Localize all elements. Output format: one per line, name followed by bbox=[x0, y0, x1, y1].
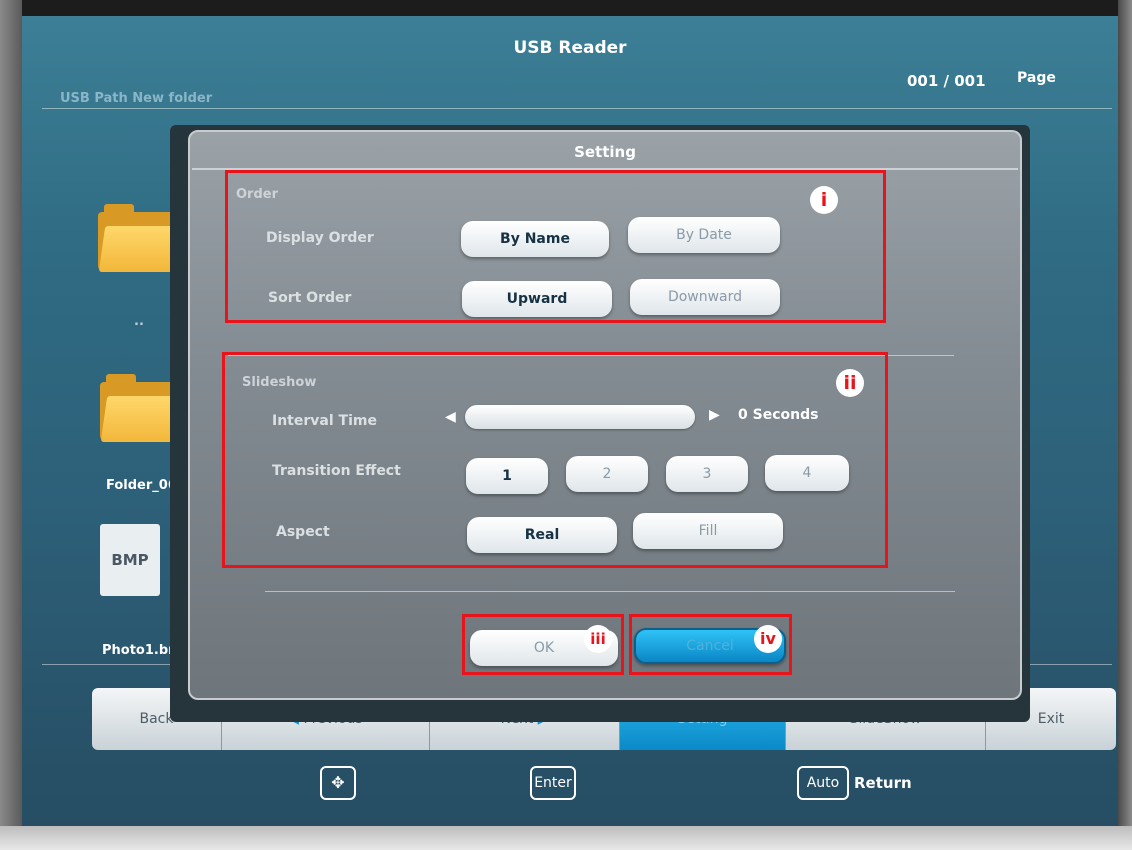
folder-icon[interactable] bbox=[100, 372, 184, 442]
dialog-title: Setting bbox=[574, 143, 636, 161]
parent-folder-label: .. bbox=[134, 314, 144, 329]
page-number: 001 / 001 bbox=[907, 72, 986, 90]
slideshow-divider bbox=[265, 591, 955, 592]
bmp-badge: BMP bbox=[111, 551, 149, 569]
auto-key: Auto bbox=[797, 766, 849, 800]
app-title: USB Reader bbox=[513, 38, 627, 58]
annotation-marker-iii: iii bbox=[584, 625, 612, 653]
auto-key-label: Auto bbox=[806, 775, 840, 791]
page-label: Page bbox=[1017, 70, 1056, 86]
return-label: Return bbox=[854, 774, 912, 792]
annotation-box-i bbox=[225, 170, 886, 323]
enter-key-label: Enter bbox=[534, 775, 572, 791]
parent-folder-icon[interactable] bbox=[98, 202, 182, 272]
annotation-marker-ii: ii bbox=[836, 369, 864, 397]
navigation-key-icon: ✥ bbox=[320, 766, 356, 800]
back-label: Back bbox=[139, 711, 174, 727]
exit-label: Exit bbox=[1037, 711, 1065, 727]
usb-path: USB Path New folder bbox=[60, 91, 213, 106]
monitor-bezel-left bbox=[0, 0, 22, 850]
bmp-file-icon[interactable]: BMP bbox=[100, 524, 160, 596]
monitor-bezel-right bbox=[1118, 0, 1132, 850]
folder-label: Folder_06 bbox=[106, 478, 177, 493]
annotation-marker-iv: iv bbox=[754, 625, 782, 653]
annotation-marker-i: i bbox=[810, 186, 838, 214]
annotation-box-ii bbox=[222, 352, 888, 568]
monitor-bezel-bottom bbox=[0, 826, 1132, 850]
header-divider bbox=[42, 108, 1112, 109]
enter-key: Enter bbox=[530, 766, 576, 800]
